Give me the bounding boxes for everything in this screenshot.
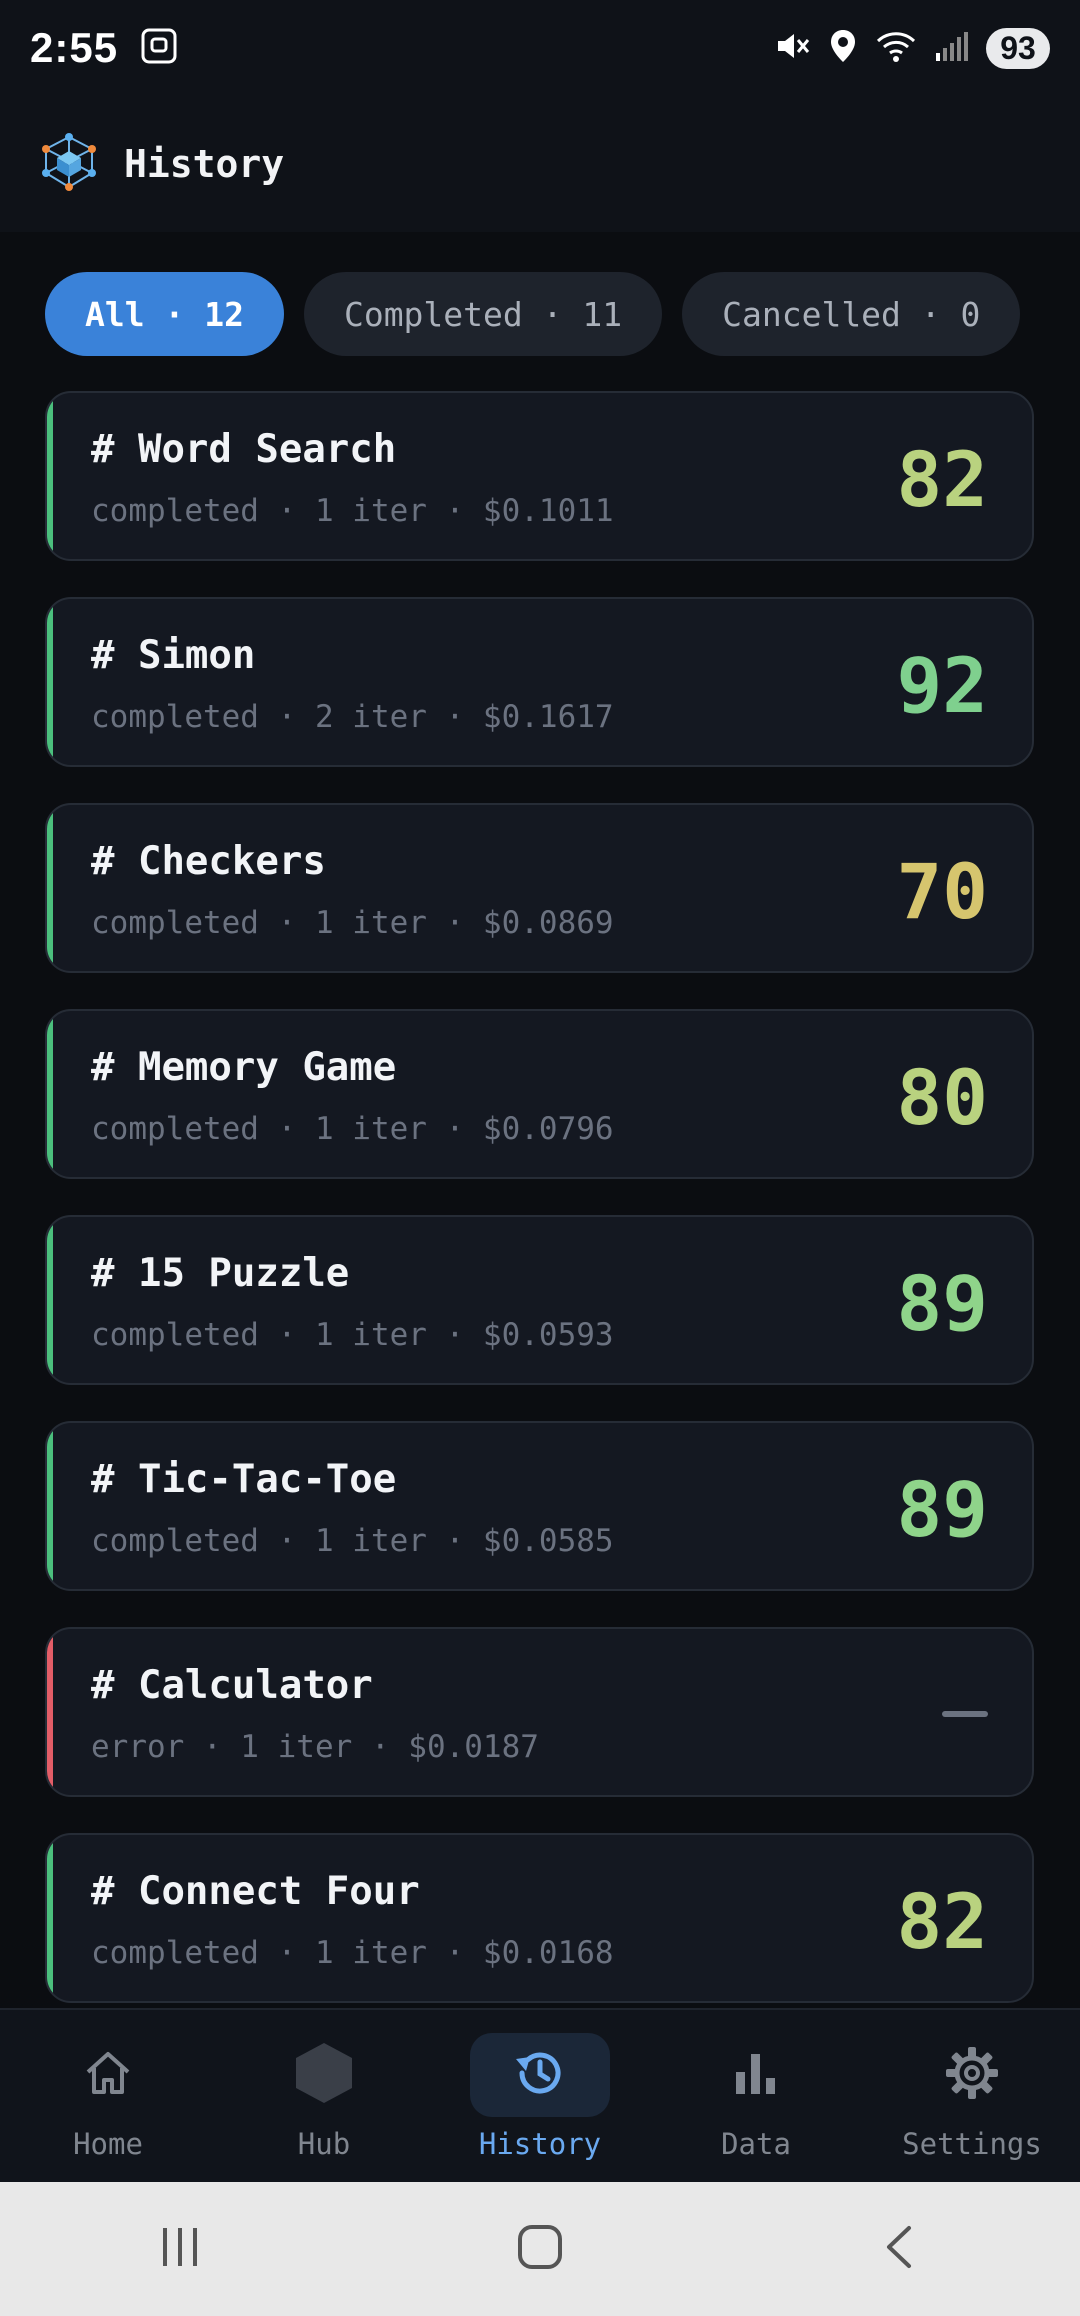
card-title: # Connect Four [91,1869,420,1914]
history-card-15-puzzle[interactable]: # 15 Puzzle completed · 1 iter · $0.0593… [45,1215,1034,1385]
card-score: 89 [896,1259,988,1348]
screenshot-icon [140,27,178,69]
wifi-icon [876,29,916,67]
app-logo-icon [38,131,100,197]
nav-home[interactable]: Home [18,2033,198,2161]
no-score-dash [942,1711,988,1717]
status-bar: 2:55 93 [0,0,1080,96]
card-meta: completed · 1 iter · $0.0796 [91,1111,614,1147]
card-title: # Checkers [91,839,326,884]
nav-settings-label: Settings [902,2127,1042,2161]
card-meta: completed · 1 iter · $0.1011 [91,493,614,529]
nav-history[interactable]: History [450,2033,630,2161]
history-card-calculator[interactable]: # Calculator error · 1 iter · $0.0187 [45,1627,1034,1797]
status-stripe [47,1835,53,2001]
history-card-tic-tac-toe[interactable]: # Tic-Tac-Toe completed · 1 iter · $0.05… [45,1421,1034,1591]
status-stripe [47,393,53,559]
history-card-memory-game[interactable]: # Memory Game completed · 1 iter · $0.07… [45,1009,1034,1179]
card-score: 82 [896,435,988,524]
gear-icon [944,2045,1000,2105]
status-stripe [47,599,53,765]
card-title: # 15 Puzzle [91,1251,350,1296]
nav-home-label: Home [73,2127,143,2161]
status-stripe [47,1629,53,1795]
status-time: 2:55 [30,24,119,71]
nav-data[interactable]: Data [666,2033,846,2161]
card-score: 92 [896,641,988,730]
battery-indicator: 93 [986,27,1050,69]
filter-all-chip[interactable]: All · 12 [45,272,284,356]
home-icon [81,2046,135,2104]
signal-icon [934,31,968,65]
nav-history-label: History [478,2127,602,2161]
history-card-simon[interactable]: # Simon completed · 2 iter · $0.1617 92 [45,597,1034,767]
card-score: 82 [896,1877,988,1966]
card-title: # Word Search [91,427,397,472]
filter-chips: All · 12 Completed · 11 Cancelled · 0 [45,272,1021,356]
card-title: # Simon [91,633,256,678]
hexagon-icon [293,2041,355,2109]
history-card-connect-four[interactable]: # Connect Four completed · 1 iter · $0.0… [45,1833,1034,2003]
card-meta: completed · 2 iter · $0.1617 [91,699,614,735]
nav-data-label: Data [721,2127,791,2161]
card-score: 70 [896,847,988,936]
card-title: # Calculator [91,1663,373,1708]
nav-settings[interactable]: Settings [882,2033,1062,2161]
status-stripe [47,1011,53,1177]
card-score: 80 [896,1053,988,1142]
nav-hub[interactable]: Hub [234,2033,414,2161]
history-card-checkers[interactable]: # Checkers completed · 1 iter · $0.0869 … [45,803,1034,973]
history-icon [512,2045,568,2105]
card-score: 89 [896,1465,988,1554]
system-nav-bar [0,2182,1080,2316]
history-card-word-search[interactable]: # Word Search completed · 1 iter · $0.10… [45,391,1034,561]
card-title: # Tic-Tac-Toe [91,1457,397,1502]
card-title: # Memory Game [91,1045,397,1090]
app-header: History [0,96,1080,232]
mute-icon [774,28,810,68]
location-icon [828,28,858,68]
card-meta: error · 1 iter · $0.0187 [91,1729,539,1765]
bar-chart-icon [731,2048,781,2102]
status-stripe [47,1423,53,1589]
card-meta: completed · 1 iter · $0.0585 [91,1523,614,1559]
card-meta: completed · 1 iter · $0.0593 [91,1317,614,1353]
filter-cancelled-chip[interactable]: Cancelled · 0 [682,272,1021,356]
home-button-icon[interactable] [515,2222,565,2276]
nav-hub-label: Hub [297,2127,351,2161]
recent-apps-icon[interactable] [155,2222,205,2276]
history-list: # Word Search completed · 1 iter · $0.10… [45,391,1034,2039]
filter-completed-chip[interactable]: Completed · 11 [303,272,663,356]
card-meta: completed · 1 iter · $0.0168 [91,1935,614,1971]
page-title: History [124,142,285,186]
status-stripe [47,805,53,971]
status-stripe [47,1217,53,1383]
back-icon[interactable] [875,2222,925,2276]
bottom-nav: Home Hub History Data Settings [0,2008,1080,2184]
card-meta: completed · 1 iter · $0.0869 [91,905,614,941]
